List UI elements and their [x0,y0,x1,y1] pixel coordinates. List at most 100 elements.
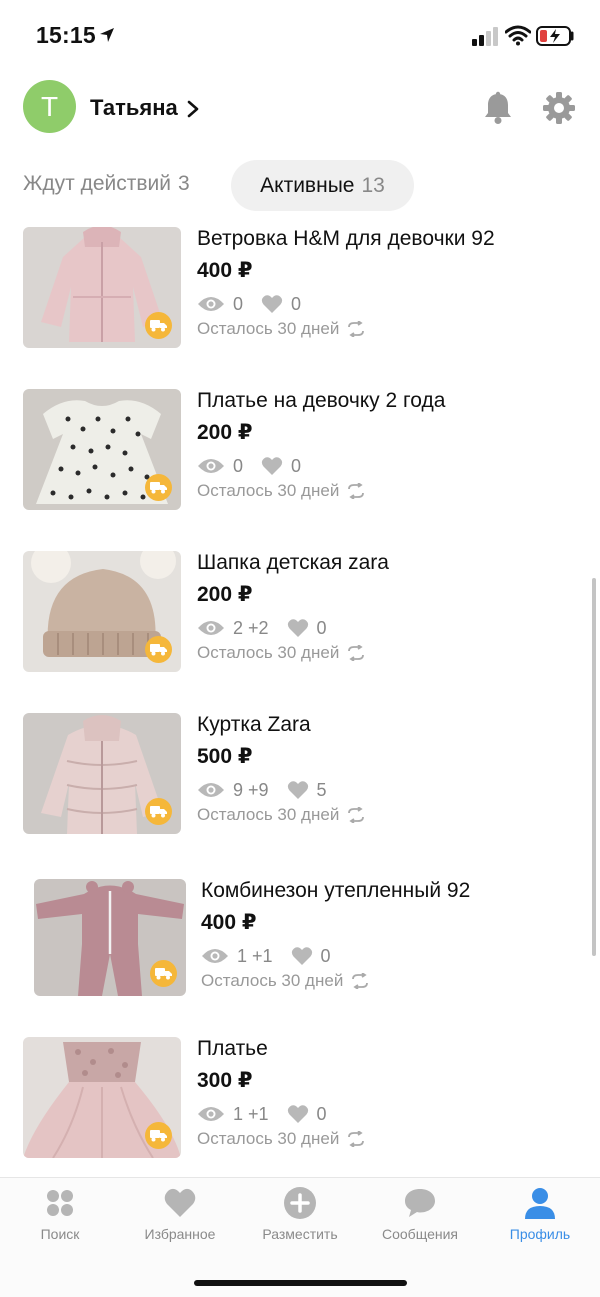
person-icon [525,1188,555,1219]
tab-active[interactable]: Активные 13 [231,160,414,211]
listing-info: Шапка детская zara 200 ₽ 2 +2 0 Осталось… [197,549,389,663]
bottom-tab-bar: Поиск Избранное Разместить Сообщения Про… [0,1177,600,1297]
listing-title[interactable]: Платье на девочку 2 года [197,387,445,415]
listing-price: 500 ₽ [197,745,253,768]
tab-label: Разместить [262,1226,338,1242]
views-count: 0 [233,455,244,476]
listing-remaining: Осталось 30 дней [197,481,445,501]
renew-icon[interactable] [347,1131,365,1147]
renew-icon[interactable] [347,483,365,499]
eye-icon [202,949,228,963]
listing-remaining: Осталось 30 дней [197,643,389,663]
chat-bubble-icon [405,1189,435,1217]
likes-count: 0 [316,617,327,638]
listing-info: Куртка Zara 500 ₽ 9 +9 5 Осталось 30 дне… [197,711,365,825]
listing-remaining: Осталось 30 дней [197,805,365,825]
listing-info: Платье на девочку 2 года 200 ₽ 0 0 Остал… [197,387,445,501]
eye-icon [198,783,224,797]
eye-icon [198,297,224,311]
heart-icon [261,295,283,313]
user-name[interactable]: Татьяна [90,95,178,121]
listing-item[interactable]: Ветровка H&M для девочки 92 400 ₽ 0 0 Ос… [0,225,600,355]
tab-label: Поиск [40,1226,80,1242]
avatar[interactable]: Т [23,80,76,133]
listing-remaining: Осталось 30 дней [201,971,470,991]
delivery-truck-icon [150,960,177,987]
tab-label: Активные [260,173,355,197]
listing-info: Комбинезон утепленный 92 400 ₽ 1 +1 0 Ос… [201,877,470,991]
renew-icon[interactable] [347,321,365,337]
listing-title[interactable]: Платье [197,1035,365,1063]
views-count: 0 [233,293,244,314]
listing-remaining: Осталось 30 дней [197,319,495,339]
listing-price: 200 ₽ [197,583,253,606]
tab-post[interactable]: Разместить [240,1186,360,1256]
listing-photo[interactable] [23,227,181,348]
tab-favorites[interactable]: Избранное [120,1186,240,1256]
listing-item[interactable]: Шапка детская zara 200 ₽ 2 +2 0 Осталось… [0,549,600,679]
listing-price: 200 ₽ [197,421,253,444]
listing-title[interactable]: Ветровка H&M для девочки 92 [197,225,495,253]
remaining-text: Осталось 30 дней [197,1129,340,1148]
renew-icon[interactable] [351,973,369,989]
remaining-text: Осталось 30 дней [197,643,340,662]
listing-title[interactable]: Комбинезон утепленный 92 [201,877,470,905]
delivery-truck-icon [145,798,172,825]
bell-icon[interactable] [482,91,514,125]
gear-icon[interactable] [542,91,576,125]
delivery-truck-icon [145,312,172,339]
battery-icon [536,26,574,46]
listing-stats: 0 0 [197,453,445,479]
tab-search[interactable]: Поиск [0,1186,120,1256]
renew-icon[interactable] [347,645,365,661]
listing-photo[interactable] [34,879,186,996]
status-time: 15:15 [36,22,96,48]
listing-item[interactable]: Комбинезон утепленный 92 400 ₽ 1 +1 0 Ос… [0,873,600,1003]
listing-item[interactable]: Платье на девочку 2 года 200 ₽ 0 0 Остал… [0,387,600,517]
heart-icon [287,619,308,637]
remaining-text: Осталось 30 дней [201,971,344,990]
tab-count: 13 [361,173,385,197]
listing-photo[interactable] [23,551,181,672]
listing-title[interactable]: Шапка детская zara [197,549,389,577]
tab-waiting[interactable]: Ждут действий 3 [23,172,190,196]
listing-price: 400 ₽ [197,259,253,282]
remaining-text: Осталось 30 дней [197,481,340,500]
likes-count: 0 [320,945,331,966]
listing-photo[interactable] [23,713,181,834]
listing-item[interactable]: Куртка Zara 500 ₽ 9 +9 5 Осталось 30 дне… [0,711,600,841]
scrollbar[interactable] [592,578,596,956]
cellular-signal-icon [472,27,498,46]
status-bar: 15:15 [0,0,600,70]
wifi-icon [505,25,531,46]
location-arrow-icon [100,28,114,42]
views-count: 9 +9 [233,779,269,800]
views-count: 1 +1 [233,1103,269,1124]
listing-stats: 1 +1 0 [201,943,470,969]
remaining-text: Осталось 30 дней [197,805,340,824]
listing-item[interactable]: Платье 300 ₽ 1 +1 0 Осталось 30 дней [0,1035,600,1165]
chevron-right-icon[interactable] [186,100,200,118]
search-dots-icon [47,1190,73,1216]
listing-title[interactable]: Куртка Zara [197,711,365,739]
listing-photo[interactable] [23,1037,181,1158]
listing-stats: 9 +9 5 [197,777,365,803]
home-indicator [194,1280,407,1286]
listing-price: 400 ₽ [201,911,257,934]
listing-photo[interactable] [23,389,181,510]
tab-profile[interactable]: Профиль [480,1186,600,1256]
tab-messages[interactable]: Сообщения [360,1186,480,1256]
views-count: 1 +1 [237,945,273,966]
eye-icon [198,459,224,473]
renew-icon[interactable] [347,807,365,823]
plus-circle-icon [284,1187,316,1219]
heart-icon [291,947,312,965]
listing-stats: 1 +1 0 [197,1101,365,1127]
listing-info: Платье 300 ₽ 1 +1 0 Осталось 30 дней [197,1035,365,1149]
remaining-text: Осталось 30 дней [197,319,340,338]
tab-label: Сообщения [382,1226,458,1242]
listing-remaining: Осталось 30 дней [197,1129,365,1149]
tab-label: Ждут действий [23,172,171,195]
tab-count: 3 [178,172,190,195]
heart-icon [287,1105,308,1123]
